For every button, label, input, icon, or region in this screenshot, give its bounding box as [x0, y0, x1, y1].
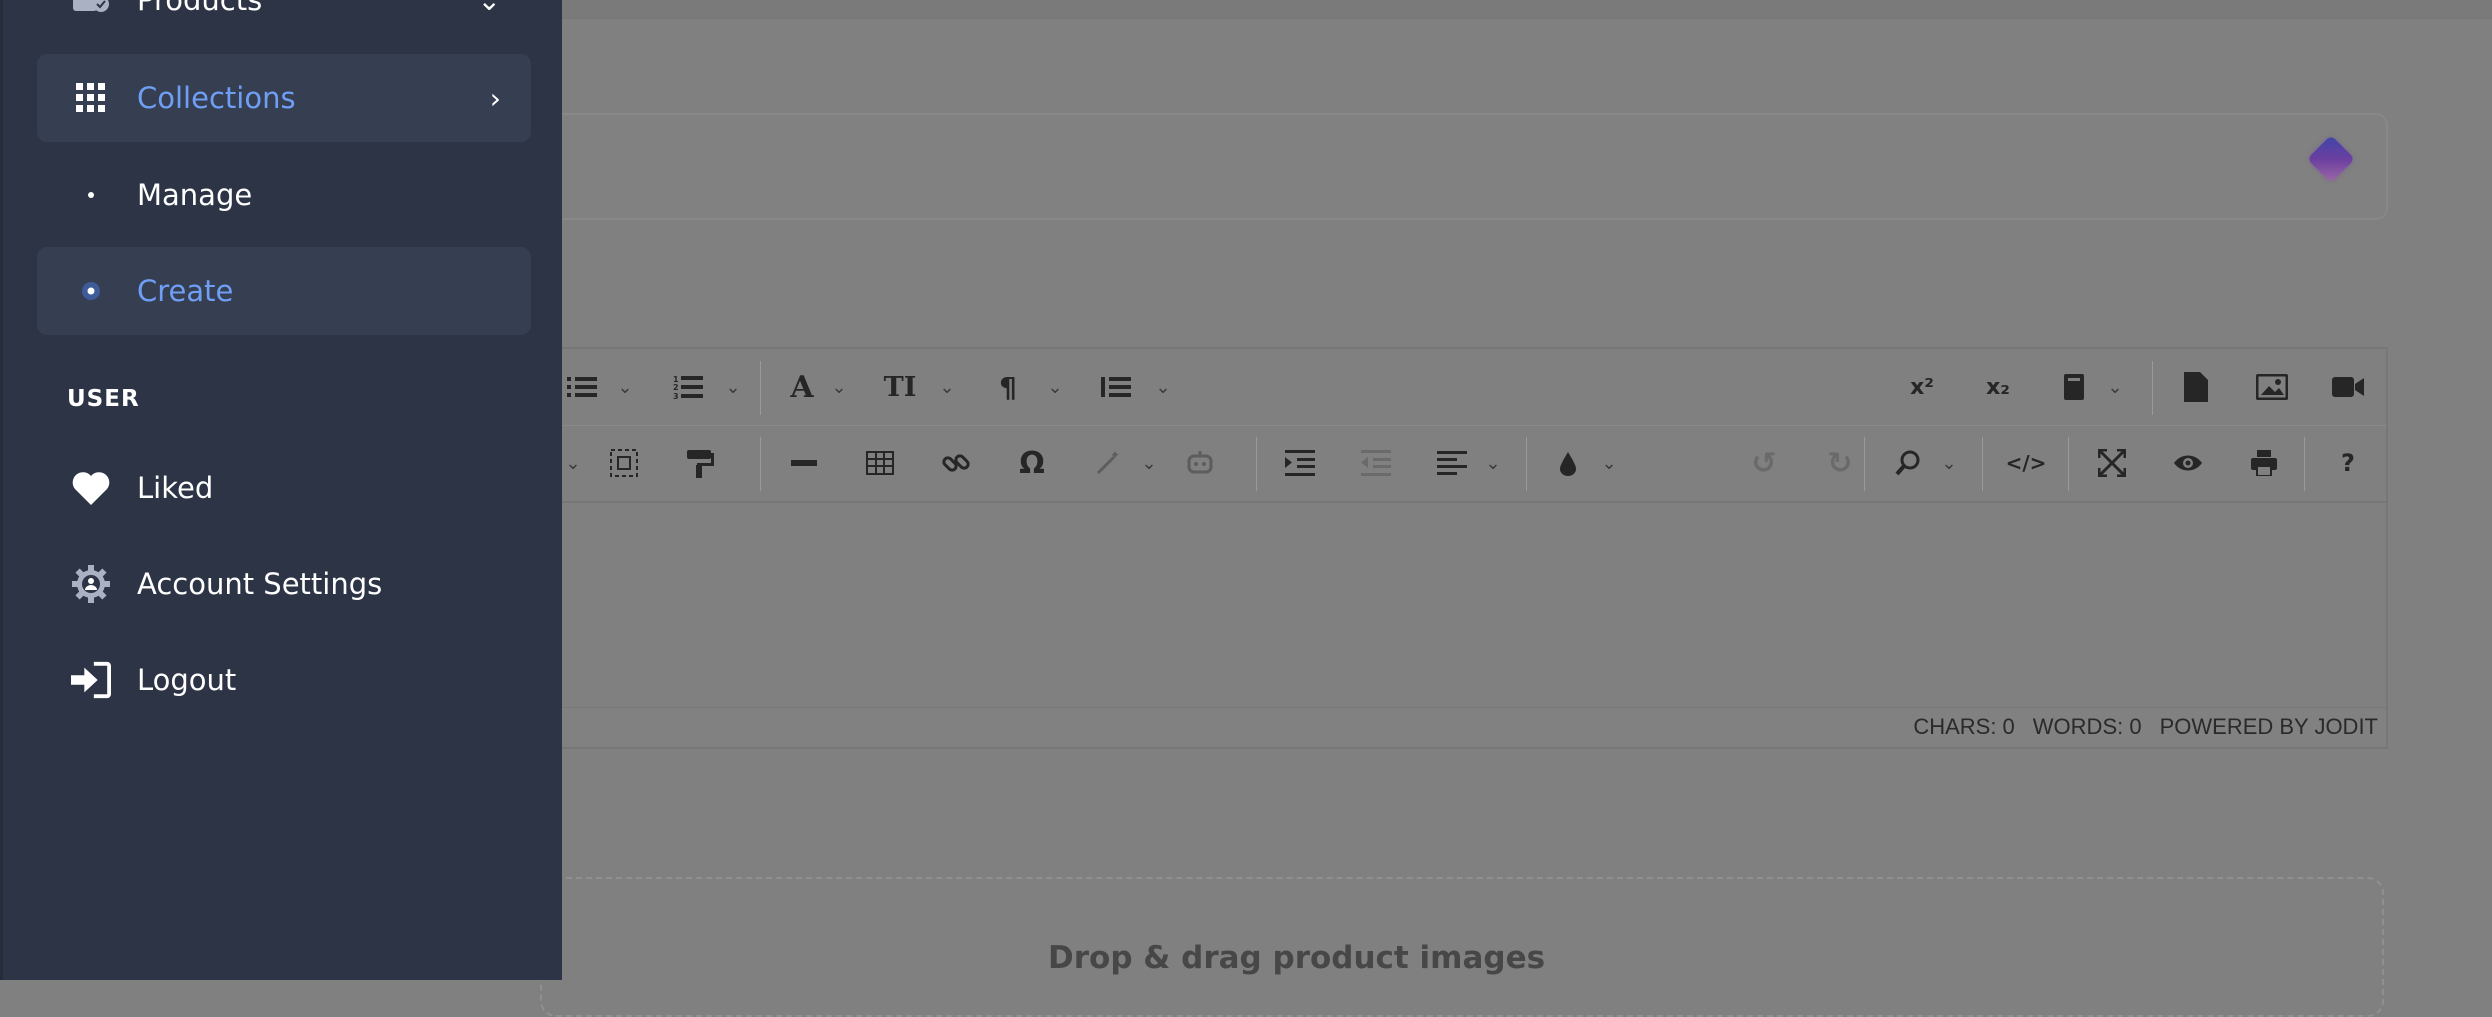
editor-status-bar: CHARS: 0 WORDS: 0 POWERED BY JODIT [542, 707, 2386, 745]
heart-icon [71, 468, 111, 508]
products-icon [71, 0, 111, 20]
char-count: CHARS: 0 [1913, 713, 2015, 739]
select-all-icon[interactable] [602, 438, 646, 488]
sidebar-item-logout[interactable]: Logout [37, 636, 531, 724]
dropzone-label: Drop & drag product images [1048, 940, 1546, 976]
toolbar-separator [1256, 437, 1257, 491]
toolbar-separator [760, 437, 761, 491]
sidebar-item-label: Account Settings [137, 567, 383, 601]
find-icon[interactable] [1886, 438, 1930, 488]
toolbar-separator [1864, 437, 1865, 491]
brush-icon[interactable] [1546, 438, 1590, 488]
outdent-icon[interactable] [1354, 438, 1398, 488]
gear-user-icon [71, 564, 111, 604]
toolbar-separator [1526, 437, 1527, 491]
bullet-icon [71, 175, 111, 215]
undo-icon[interactable]: ↺ [1742, 438, 1786, 488]
word-count: WORDS: 0 [2032, 713, 2142, 739]
svg-text:✦: ✦ [1110, 449, 1120, 462]
redo-icon[interactable]: ↻ [1818, 438, 1862, 488]
ul-list-icon[interactable] [560, 362, 604, 412]
ol-list-icon[interactable]: 123 [666, 362, 710, 412]
toolbar-separator [2068, 437, 2069, 491]
sidebar-item-create[interactable]: Create [37, 247, 531, 335]
rich-text-editor: ⌄ 123 ⌄ A ⌄ TI ⌄ ¶ ⌄ ⌄ x² x₂ ⌄ ⌄ Ω ✦ ⌄ ⌄… [540, 347, 2388, 749]
chevron-down-icon[interactable]: ⌄ [1152, 362, 1174, 412]
file-icon[interactable] [2174, 362, 2218, 412]
font-size-icon[interactable]: TI [878, 362, 922, 412]
spellcheck-icon[interactable] [2052, 362, 2096, 412]
section-header-user: USER [67, 386, 140, 412]
fullsize-icon[interactable] [2090, 438, 2134, 488]
chevron-down-icon[interactable]: ⌄ [2104, 362, 2126, 412]
superscript-icon[interactable]: x² [1900, 362, 1944, 412]
image-icon[interactable] [2250, 362, 2294, 412]
radio-dot-icon [71, 271, 111, 311]
preview-icon[interactable] [2166, 438, 2210, 488]
chevron-down-icon[interactable]: ⌄ [1138, 438, 1160, 488]
font-icon[interactable]: A [780, 362, 824, 412]
chevron-down-icon[interactable]: ⌄ [1482, 438, 1504, 488]
editor-content-area[interactable] [542, 503, 2386, 703]
print-icon[interactable] [2242, 438, 2286, 488]
svg-text:3: 3 [673, 392, 679, 400]
editor-toolbar-row-1: ⌄ 123 ⌄ A ⌄ TI ⌄ ¶ ⌄ ⌄ x² x₂ ⌄ [542, 349, 2386, 426]
logout-icon [71, 660, 111, 700]
chevron-down-icon[interactable]: ⌄ [1044, 362, 1066, 412]
source-icon[interactable]: </> [2004, 438, 2048, 488]
chevron-down-icon[interactable]: ⌄ [1598, 438, 1620, 488]
table-icon[interactable] [858, 438, 902, 488]
video-icon[interactable] [2326, 362, 2370, 412]
sidebar-item-label: Create [137, 274, 234, 308]
toolbar-separator [2152, 361, 2153, 415]
hr-icon[interactable] [782, 438, 826, 488]
sidebar-item-label: Products [137, 0, 263, 17]
toolbar-separator [2304, 437, 2305, 491]
sidebar-item-label: Logout [137, 663, 237, 697]
chevron-down-icon[interactable]: ⌄ [562, 438, 584, 488]
link-icon[interactable] [934, 438, 978, 488]
ai-commands-icon[interactable]: ✦ [1086, 438, 1130, 488]
chevron-right-icon: › [489, 81, 501, 115]
toolbar-separator [1982, 437, 1983, 491]
powered-by-link[interactable]: POWERED BY JODIT [2160, 714, 2378, 740]
sidebar-item-liked[interactable]: Liked [37, 444, 531, 532]
sidebar-item-products[interactable]: Products ⌄ [37, 0, 531, 44]
sidebar-item-collections[interactable]: Collections › [37, 54, 531, 142]
sidebar: Products ⌄ Collections › Manage Create U… [0, 0, 562, 980]
sidebar-item-label: Liked [137, 471, 214, 505]
chevron-down-icon[interactable]: ⌄ [722, 362, 744, 412]
ai-assistant-icon[interactable] [1178, 438, 1222, 488]
line-height-icon[interactable] [1094, 362, 1138, 412]
sidebar-item-manage[interactable]: Manage [37, 151, 531, 239]
indent-icon[interactable] [1278, 438, 1322, 488]
chevron-down-icon: ⌄ [477, 0, 501, 17]
toolbar-separator [760, 361, 761, 415]
sidebar-item-label: Collections [137, 81, 296, 115]
symbol-icon[interactable]: Ω [1010, 438, 1054, 488]
chevron-down-icon[interactable]: ⌄ [1938, 438, 1960, 488]
sidebar-item-label: Manage [137, 178, 253, 212]
paragraph-icon[interactable]: ¶ [986, 362, 1030, 412]
svg-text:2: 2 [673, 383, 679, 392]
editor-toolbar-row-2: ⌄ Ω ✦ ⌄ ⌄ ⌄ ↺ ↻ ⌄ </> ? [542, 425, 2386, 503]
subscript-icon[interactable]: x₂ [1976, 362, 2020, 412]
chevron-down-icon[interactable]: ⌄ [936, 362, 958, 412]
about-icon[interactable]: ? [2326, 438, 2370, 488]
chevron-down-icon[interactable]: ⌄ [614, 362, 636, 412]
copy-format-icon[interactable] [678, 438, 722, 488]
align-icon[interactable] [1430, 438, 1474, 488]
sidebar-item-account-settings[interactable]: Account Settings [37, 540, 531, 628]
grid-icon [71, 78, 111, 118]
chevron-down-icon[interactable]: ⌄ [828, 362, 850, 412]
title-input[interactable] [540, 113, 2388, 220]
